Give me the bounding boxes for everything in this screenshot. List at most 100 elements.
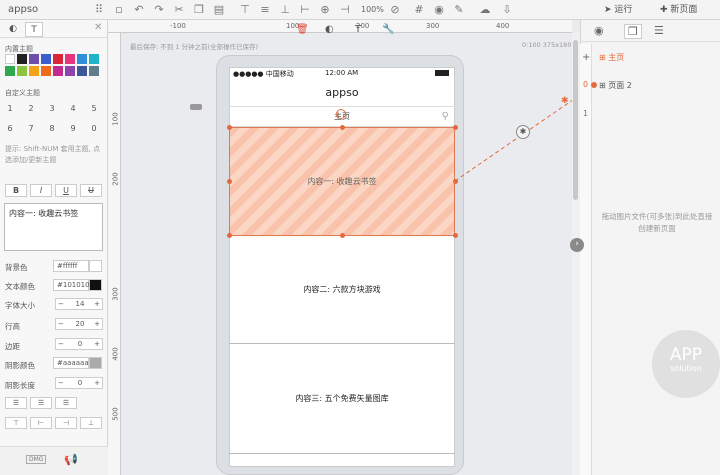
resize-handle[interactable] <box>227 125 232 130</box>
search-icon[interactable]: ⚲ <box>442 107 449 127</box>
theme-swatch[interactable] <box>53 54 63 64</box>
text-content-input[interactable]: 内容一: 收趣云书签 <box>4 203 103 251</box>
theme-swatch[interactable] <box>17 66 27 76</box>
resize-handle[interactable] <box>453 233 458 238</box>
zoom-level[interactable]: 100% <box>361 3 384 17</box>
theme-swatch[interactable] <box>53 66 63 76</box>
valign-stretch-icon[interactable]: ⊥ <box>80 417 102 429</box>
rotate-handle[interactable] <box>336 109 346 119</box>
tab-style-icon[interactable]: ◐ <box>4 22 22 37</box>
custom-theme-slot[interactable]: 5 <box>88 104 100 113</box>
add-page-icon[interactable]: + <box>582 52 590 63</box>
theme-swatch[interactable] <box>77 54 87 64</box>
paste-icon[interactable]: ▤ <box>212 3 226 17</box>
theme-swatch[interactable] <box>65 54 75 64</box>
theme-swatch[interactable] <box>41 54 51 64</box>
megaphone-icon[interactable]: 📢 <box>64 453 78 466</box>
upload-icon[interactable]: ☁ <box>478 3 492 17</box>
bg-color-swatch[interactable] <box>89 260 102 272</box>
theme-swatch[interactable] <box>5 54 15 64</box>
theme-swatch[interactable] <box>89 66 99 76</box>
close-icon[interactable]: ✕ <box>94 22 102 33</box>
page-2[interactable]: ⊞ 页面 2 <box>599 80 632 91</box>
download-icon[interactable]: ⇩ <box>500 3 514 17</box>
contrast-icon[interactable]: ◐ <box>325 24 334 35</box>
theme-swatch[interactable] <box>5 66 15 76</box>
custom-theme-slot[interactable]: 9 <box>67 124 79 133</box>
valign-top-icon[interactable]: ⊤ <box>5 417 27 429</box>
align-left-icon[interactable]: ⊢ <box>298 3 312 17</box>
link-target-icon[interactable]: ✱ <box>516 125 530 139</box>
menu-icon[interactable]: ☰ <box>654 24 664 37</box>
pencil-icon[interactable]: ✎ <box>452 3 466 17</box>
run-button[interactable]: ➤ 运行 <box>604 3 632 17</box>
content-block[interactable]: 内容三: 五个免费矢量图库 <box>229 344 455 454</box>
tab-text[interactable]: T <box>25 22 43 37</box>
line-height-stepper[interactable]: −20 + <box>55 318 103 330</box>
align-right-icon[interactable]: ⊣ <box>338 3 352 17</box>
align-middle-icon[interactable]: ≡ <box>258 3 272 17</box>
custom-theme-slot[interactable]: 8 <box>46 124 58 133</box>
custom-theme-slot[interactable]: 2 <box>25 104 37 113</box>
collapse-panel-icon[interactable]: › <box>570 238 584 252</box>
shadow-color-swatch[interactable] <box>89 357 102 369</box>
text-color-input[interactable]: #101010 <box>53 279 90 291</box>
eye-icon[interactable]: ◉ <box>432 3 446 17</box>
target-icon[interactable]: ◉ <box>594 24 604 37</box>
shadow-length-stepper[interactable]: −0 + <box>55 377 103 389</box>
custom-theme-slot[interactable]: 1 <box>4 104 16 113</box>
theme-swatch[interactable] <box>77 66 87 76</box>
wrench-icon[interactable]: 🔧 <box>382 24 394 35</box>
theme-swatch[interactable] <box>29 54 39 64</box>
text-align-center-icon[interactable]: ☰ <box>30 397 52 409</box>
cut-icon[interactable]: ✂ <box>172 3 186 17</box>
custom-theme-slot[interactable]: 3 <box>46 104 58 113</box>
undo-icon[interactable]: ↶ <box>132 3 146 17</box>
resize-handle[interactable] <box>340 125 345 130</box>
font-size-stepper[interactable]: −14 + <box>55 298 103 310</box>
theme-swatch[interactable] <box>65 66 75 76</box>
valign-bottom-icon[interactable]: ⊣ <box>55 417 77 429</box>
italic-button[interactable]: I <box>30 184 52 197</box>
resize-handle[interactable] <box>340 233 345 238</box>
content-block-selected[interactable]: 内容一: 收趣云书签 <box>229 127 455 236</box>
grid-menu-icon[interactable]: ⠿ <box>92 3 106 17</box>
page-home[interactable]: ⊞ 主页 <box>599 52 624 63</box>
link-end-icon[interactable]: ✱ <box>561 96 569 106</box>
text-color-swatch[interactable] <box>89 279 102 291</box>
valign-middle-icon[interactable]: ⊢ <box>30 417 52 429</box>
resize-handle[interactable] <box>227 233 232 238</box>
grid-icon[interactable]: # <box>412 3 426 17</box>
align-center-icon[interactable]: ⊕ <box>318 3 332 17</box>
custom-theme-slot[interactable]: 4 <box>67 104 79 113</box>
shadow-color-input[interactable]: #aaaaaa <box>53 357 89 369</box>
align-bottom-icon[interactable]: ⊥ <box>278 3 292 17</box>
no-entry-icon[interactable]: ⊘ <box>388 3 402 17</box>
custom-theme-slot[interactable]: 0 <box>88 124 100 133</box>
text-tool-icon[interactable]: T <box>355 24 361 35</box>
custom-theme-slot[interactable]: 7 <box>25 124 37 133</box>
resize-handle[interactable] <box>227 179 232 184</box>
margin-stepper[interactable]: −0 + <box>55 338 103 350</box>
new-page-button[interactable]: ✚ 新页面 <box>660 3 697 17</box>
align-top-icon[interactable]: ⊤ <box>238 3 252 17</box>
delete-icon[interactable]: 🗑 <box>296 24 309 35</box>
text-align-right-icon[interactable]: ☰ <box>55 397 77 409</box>
link-anchor[interactable] <box>591 82 597 88</box>
content-block[interactable]: 内容二: 六款方块游戏 <box>229 236 455 344</box>
strikethrough-button[interactable]: U <box>80 184 102 197</box>
vertical-guide-marker[interactable] <box>190 104 202 110</box>
bg-color-input[interactable]: #ffffff <box>53 260 89 272</box>
dmg-badge[interactable]: DMG <box>26 455 47 464</box>
copy-icon[interactable]: ❐ <box>192 3 206 17</box>
text-align-left-icon[interactable]: ☰ <box>5 397 27 409</box>
theme-swatch[interactable] <box>29 66 39 76</box>
bold-button[interactable]: B <box>5 184 27 197</box>
theme-swatch[interactable] <box>17 54 27 64</box>
phone-nav-title[interactable]: appso <box>229 79 455 106</box>
theme-swatch[interactable] <box>41 66 51 76</box>
underline-button[interactable]: U <box>55 184 77 197</box>
redo-icon[interactable]: ↷ <box>152 3 166 17</box>
scrollbar-thumb[interactable] <box>573 40 578 200</box>
save-icon[interactable]: ▫ <box>112 3 126 17</box>
